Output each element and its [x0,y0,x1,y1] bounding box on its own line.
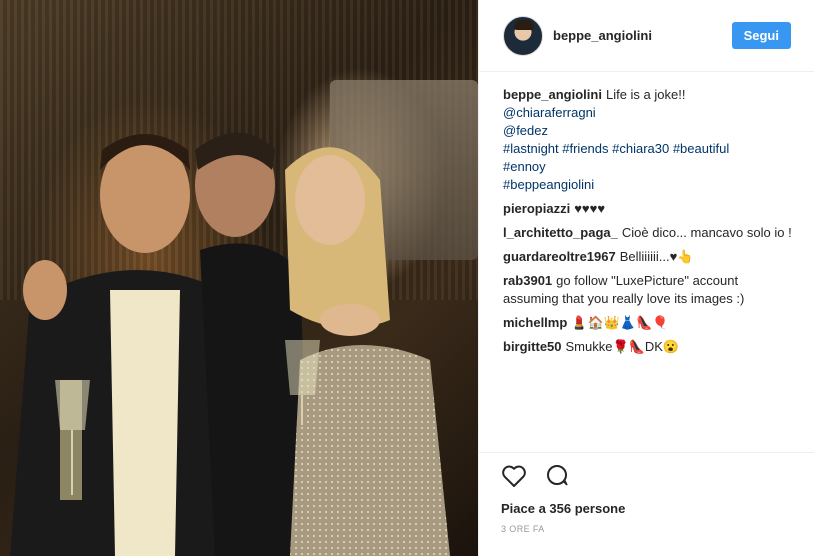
likes-count[interactable]: Piace a 356 persone [501,501,793,516]
comment-text: Belliiiiii...♥👆 [619,249,694,264]
comment-text: ♥♥♥♥ [574,201,606,216]
avatar[interactable] [503,15,543,56]
comment-item: guardareoltre1967 Belliiiiii...♥👆 [503,248,795,266]
comment-icon[interactable] [545,464,571,493]
heart-icon[interactable] [501,464,527,493]
post-timestamp: 3 ORE FA [501,524,545,534]
caption: beppe_angiolini Life is a joke!! @chiaraf… [503,86,795,194]
comment-item: rab3901 go follow "LuxePicture" account a… [503,272,795,308]
comment-item: michellmp 💄🏠👑👗👠🎈 [503,314,795,332]
comment-username[interactable]: rab3901 [503,273,552,288]
mention-link[interactable]: @chiaraferragni [503,104,795,122]
post-actions: Piace a 356 persone 3 ORE FA [479,452,814,556]
comment-text: Smukke🌹👠DK😮 [565,339,680,354]
post-sidebar: beppe_angiolini Segui beppe_angiolini Lif… [478,0,814,556]
action-icons [501,463,793,493]
comment-username[interactable]: michellmp [503,315,567,330]
comments-list: beppe_angiolini Life is a joke!! @chiaraf… [503,86,795,362]
caption-text: Life is a joke!! [605,87,686,102]
comment-username[interactable]: pieropiazzi [503,201,570,216]
photo-people-illustration [10,132,450,556]
post-author-username[interactable]: beppe_angiolini [553,28,732,43]
comment-username[interactable]: birgitte50 [503,339,562,354]
comment-username[interactable]: guardareoltre1967 [503,249,616,264]
post-header: beppe_angiolini Segui [479,0,814,72]
mention-link[interactable]: @fedez [503,122,795,140]
caption-username[interactable]: beppe_angiolini [503,87,602,102]
comment-username[interactable]: l_architetto_paga_ [503,225,618,240]
comment-text: 💄🏠👑👗👠🎈 [571,315,669,330]
follow-button[interactable]: Segui [731,22,791,49]
hashtags-line[interactable]: #lastnight #friends #chiara30 #beautiful [503,140,795,158]
comment-item: l_architetto_paga_ Cioè dico... mancavo s… [503,224,795,242]
hashtags-line[interactable]: #beppeangiolini [503,176,795,194]
comment-item: birgitte50 Smukke🌹👠DK😮 [503,338,795,356]
hashtags-line[interactable]: #ennoy [503,158,795,176]
comment-text: Cioè dico... mancavo solo io ! [621,225,792,240]
post-photo[interactable] [0,0,478,556]
comment-item: pieropiazzi ♥♥♥♥ [503,200,795,218]
